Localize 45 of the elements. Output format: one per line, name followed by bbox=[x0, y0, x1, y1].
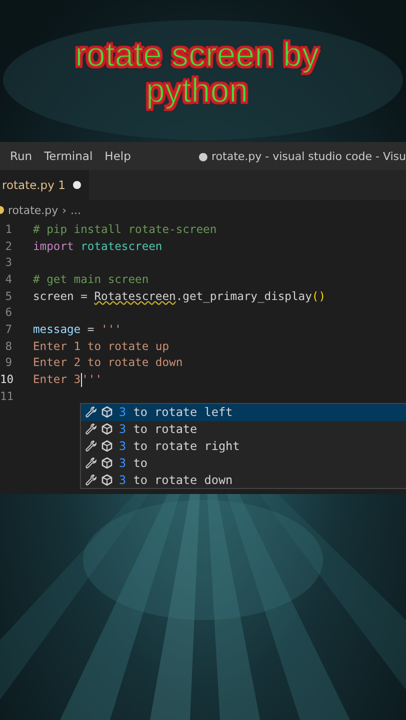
cube-icon bbox=[101, 423, 113, 436]
editor-tab[interactable]: rotate.py 1 bbox=[0, 170, 90, 200]
breadcrumb-item[interactable]: ... bbox=[70, 204, 82, 216]
wrench-icon bbox=[85, 456, 97, 469]
cube-icon bbox=[101, 440, 113, 452]
file-icon bbox=[0, 206, 4, 214]
cube-icon bbox=[101, 474, 113, 486]
suggestion-item[interactable]: 3 to rotate down bbox=[81, 471, 406, 488]
breadcrumb-item[interactable]: rotate.py bbox=[8, 204, 58, 216]
wrench-icon bbox=[85, 406, 97, 418]
line-number: 5 bbox=[4, 290, 12, 303]
code-line: import rotatescreen bbox=[33, 240, 162, 253]
suggestion-item[interactable]: 3 to rotate right bbox=[81, 438, 406, 454]
line-number: 11 bbox=[0, 390, 12, 403]
menu-item[interactable]: Run bbox=[4, 147, 38, 165]
line-number: 2 bbox=[4, 240, 12, 253]
code-line: Enter 2 to rotate down bbox=[33, 356, 183, 370]
suggestion-item[interactable]: 3 to rotate left bbox=[81, 404, 406, 421]
code-line: # get main screen bbox=[33, 272, 149, 286]
code-line: Enter 3''' bbox=[33, 372, 102, 387]
code-line: # pip install rotate-screen bbox=[33, 222, 217, 236]
code-line: Enter 1 to rotate up bbox=[33, 340, 170, 353]
caption-text: python bbox=[144, 73, 250, 109]
suggestion-item[interactable]: 3 to rotate bbox=[81, 420, 406, 438]
line-number: 7 bbox=[4, 322, 12, 336]
line-number: 1 bbox=[4, 222, 12, 236]
suggestion-item[interactable]: 3 to bbox=[81, 454, 406, 472]
breadcrumb-item[interactable]: › bbox=[62, 204, 67, 216]
caption-text: rotate screen by bbox=[74, 37, 320, 73]
line-number: 4 bbox=[4, 272, 12, 286]
menu-item[interactable]: Terminal bbox=[38, 147, 99, 165]
line-number: 3 bbox=[4, 256, 12, 270]
code-line: message = ''' bbox=[33, 322, 122, 336]
wrench-icon bbox=[85, 423, 97, 436]
line-number: 9 bbox=[4, 356, 12, 370]
wrench-icon bbox=[85, 474, 97, 486]
line-number: 8 bbox=[4, 340, 12, 353]
code-line: screen = Rotatescreen.get_primary_display() bbox=[33, 290, 326, 303]
window-title: ● rotate.py - visual studio code - Visu bbox=[198, 150, 406, 162]
line-number: 6 bbox=[4, 306, 12, 320]
wrench-icon bbox=[85, 440, 97, 452]
cube-icon bbox=[101, 406, 113, 418]
cube-icon bbox=[101, 456, 113, 469]
line-number: 10 bbox=[0, 373, 12, 386]
menu-item[interactable]: Help bbox=[98, 147, 137, 165]
